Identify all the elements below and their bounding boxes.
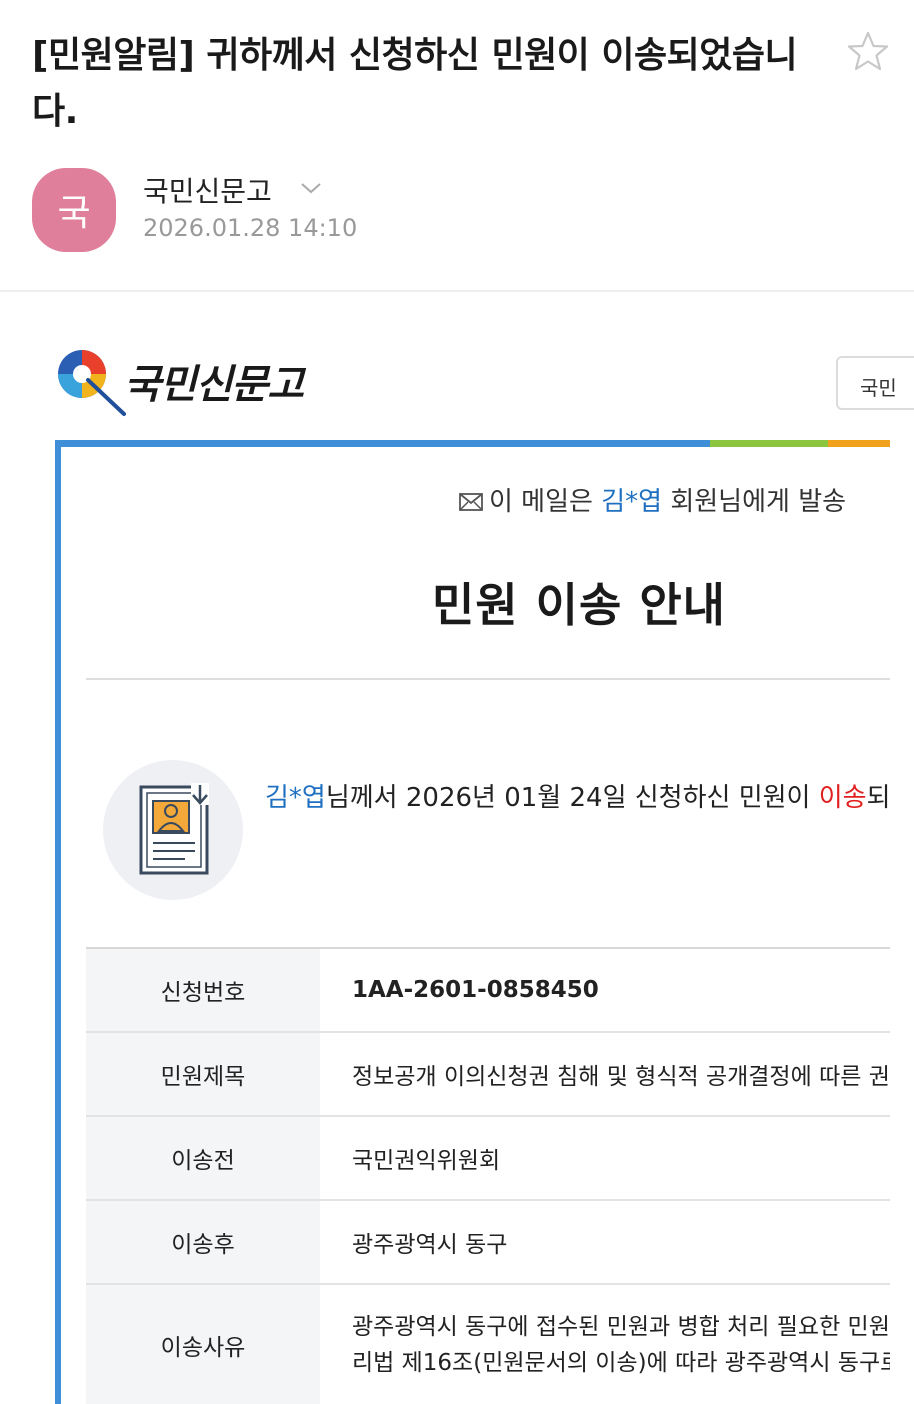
notice-member-name: 김*엽 [601, 487, 663, 517]
logo-mark-icon [58, 350, 126, 416]
document-person-icon [139, 783, 209, 875]
row-label: 신청번호 [86, 947, 320, 1032]
intro-member-name: 김*엽 [265, 783, 326, 813]
email-subject: [민원알림] 귀하께서 신청하신 민원이 이송되었습니다. [32, 35, 798, 132]
sent-datetime: 2026.01.28 14:10 [143, 214, 358, 242]
transfer-reason-line1: 광주광역시 동구에 접수된 민원과 병합 처리 필요한 민원 [352, 1313, 890, 1340]
info-table: 신청번호 1AA-2601-0858450 민원제목 정보공개 이의신청권 침해… [86, 947, 890, 1404]
table-row: 이송전 국민권익위원회 [86, 1115, 890, 1200]
notice-prefix: 이 메일은 [489, 487, 602, 517]
table-row: 민원제목 정보공개 이의신청권 침해 및 형식적 공개결정에 따른 권 [86, 1031, 890, 1116]
top-bar-orange [828, 440, 890, 447]
notice-suffix: 회원님에게 발송 [662, 487, 847, 517]
row-label: 이송후 [86, 1199, 320, 1284]
header-divider [0, 290, 914, 292]
top-right-button[interactable]: 국민 [836, 356, 914, 410]
transfer-reason: 광주광역시 동구에 접수된 민원과 병합 처리 필요한 민원 리법 제16조(민… [320, 1283, 890, 1404]
sender-name[interactable]: 국민신문고 [143, 170, 272, 210]
top-bar-green [710, 440, 828, 447]
table-row: 이송후 광주광역시 동구 [86, 1199, 890, 1284]
page-title: 민원 이송 안내 [432, 578, 726, 632]
row-label: 민원제목 [86, 1031, 320, 1116]
mail-icon [459, 493, 483, 511]
transfer-reason-line2: 리법 제16조(민원문서의 이송)에 따라 광주광역시 동구로 [352, 1349, 890, 1376]
mail-content: 이 메일은 김*엽 회원님에게 발송 민원 이송 안내 김*엽님께서 2026년… [61, 447, 890, 1404]
table-row: 신청번호 1AA-2601-0858450 [86, 947, 890, 1032]
top-bar-blue [55, 440, 710, 447]
recipient-notice: 이 메일은 김*엽 회원님에게 발송 [459, 481, 846, 518]
sender-avatar[interactable]: 국 [32, 168, 116, 252]
row-label: 이송사유 [86, 1283, 320, 1404]
intro-text: 김*엽님께서 2026년 01월 24일 신청하신 민원이 이송되 [265, 777, 890, 814]
star-icon[interactable] [846, 30, 890, 74]
intro-highlight: 이송 [818, 783, 867, 813]
logo-text: 국민신문고 [124, 361, 304, 408]
application-number: 1AA-2601-0858450 [320, 947, 890, 1032]
title-divider [86, 678, 890, 680]
intro-text-part1: 님께서 2026년 01월 24일 신청하신 민원이 [325, 783, 819, 813]
transfer-from: 국민권익위원회 [320, 1115, 890, 1200]
complaint-title: 정보공개 이의신청권 침해 및 형식적 공개결정에 따른 권 [320, 1031, 890, 1116]
row-label: 이송전 [86, 1115, 320, 1200]
chevron-down-icon[interactable] [300, 180, 322, 196]
table-row: 이송사유 광주광역시 동구에 접수된 민원과 병합 처리 필요한 민원 리법 제… [86, 1283, 890, 1404]
intro-text-part2: 되 [866, 783, 890, 813]
transfer-to: 광주광역시 동구 [320, 1199, 890, 1284]
